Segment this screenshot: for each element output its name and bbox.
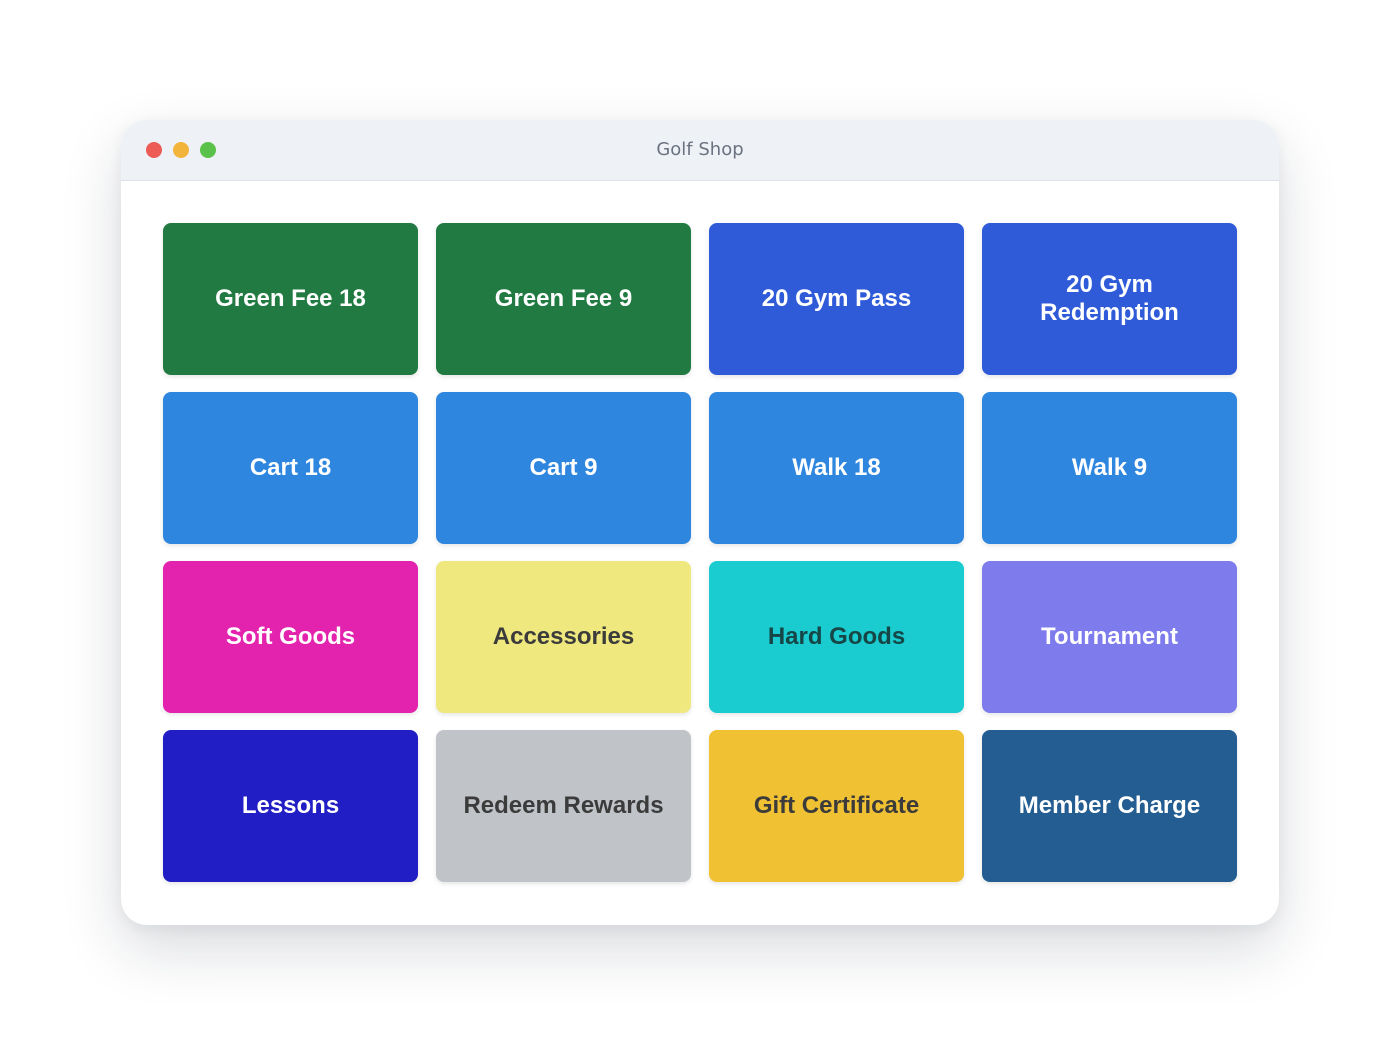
soft-goods-button[interactable]: Soft Goods bbox=[163, 561, 418, 713]
hard-goods-button[interactable]: Hard Goods bbox=[709, 561, 964, 713]
gym-pass-20-button[interactable]: 20 Gym Pass bbox=[709, 223, 964, 375]
product-button-grid: Green Fee 18 Green Fee 9 20 Gym Pass 20 … bbox=[163, 223, 1237, 882]
lessons-button[interactable]: Lessons bbox=[163, 730, 418, 882]
accessories-button[interactable]: Accessories bbox=[436, 561, 691, 713]
walk-9-button[interactable]: Walk 9 bbox=[982, 392, 1237, 544]
window-title: Golf Shop bbox=[656, 139, 744, 160]
green-fee-9-button[interactable]: Green Fee 9 bbox=[436, 223, 691, 375]
member-charge-button[interactable]: Member Charge bbox=[982, 730, 1237, 882]
cart-18-button[interactable]: Cart 18 bbox=[163, 392, 418, 544]
app-window: Golf Shop Green Fee 18 Green Fee 9 20 Gy… bbox=[121, 120, 1279, 925]
green-fee-18-button[interactable]: Green Fee 18 bbox=[163, 223, 418, 375]
cart-9-button[interactable]: Cart 9 bbox=[436, 392, 691, 544]
title-bar: Golf Shop bbox=[121, 120, 1279, 181]
tournament-button[interactable]: Tournament bbox=[982, 561, 1237, 713]
walk-18-button[interactable]: Walk 18 bbox=[709, 392, 964, 544]
redeem-rewards-button[interactable]: Redeem Rewards bbox=[436, 730, 691, 882]
gift-certificate-button[interactable]: Gift Certificate bbox=[709, 730, 964, 882]
gym-redemption-20-button[interactable]: 20 Gym Redemption bbox=[982, 223, 1237, 375]
